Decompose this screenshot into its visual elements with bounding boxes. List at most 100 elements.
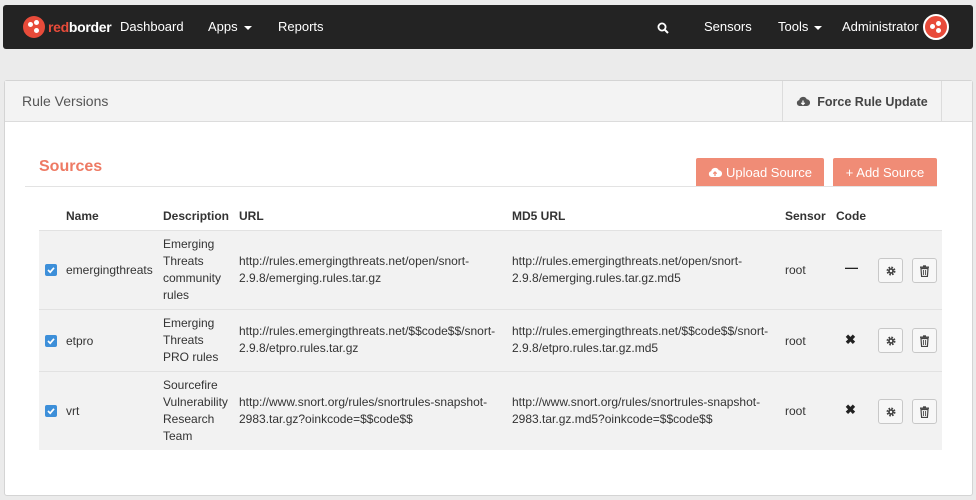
brand-name-white: border bbox=[68, 19, 112, 35]
table-row: etpro Emerging Threats PRO rules http://… bbox=[39, 309, 942, 371]
nav-tools-label: Tools bbox=[778, 19, 809, 34]
settings-button[interactable] bbox=[878, 258, 903, 283]
check-icon bbox=[47, 338, 55, 345]
description-line: PRO rules bbox=[163, 350, 219, 364]
column-header-sensor: Sensor bbox=[785, 209, 826, 223]
gear-icon bbox=[885, 406, 896, 417]
url-line: 2.9.8/emerging.rules.tar.gz bbox=[239, 271, 382, 285]
add-source-label: + Add Source bbox=[845, 165, 925, 180]
logo-icon bbox=[23, 16, 45, 38]
description-line: rules bbox=[163, 288, 190, 302]
column-header-url: URL bbox=[239, 209, 264, 223]
nav-tools-dropdown[interactable]: Tools bbox=[778, 5, 823, 49]
source-description: Sourcefire Vulnerability Research Team bbox=[163, 377, 228, 445]
source-name: emergingthreats bbox=[66, 263, 153, 277]
caret-down-icon bbox=[243, 25, 252, 30]
panel-header: Rule Versions Force Rule Update bbox=[5, 81, 972, 122]
force-rule-update-button[interactable]: Force Rule Update bbox=[782, 81, 942, 122]
description-line: Team bbox=[163, 429, 193, 443]
code-status-x-icon: ✖ bbox=[845, 402, 856, 417]
source-md5-url: http://www.snort.org/rules/snortrules-sn… bbox=[512, 394, 760, 428]
description-line: Threats bbox=[163, 254, 204, 268]
row-checkbox[interactable] bbox=[45, 264, 57, 276]
cloud-download-icon bbox=[797, 96, 811, 107]
cloud-upload-icon bbox=[708, 167, 722, 178]
add-source-button[interactable]: + Add Source bbox=[833, 158, 937, 187]
source-md5-url: http://rules.emergingthreats.net/open/sn… bbox=[512, 253, 742, 287]
url-line: 2983.tar.gz?oinkcode=$$code$$ bbox=[239, 412, 413, 426]
source-sensor: root bbox=[785, 334, 806, 348]
description-line: Sourcefire bbox=[163, 378, 218, 392]
description-line: Emerging bbox=[163, 316, 215, 330]
description-line: Research bbox=[163, 412, 215, 426]
table-row: emergingthreats Emerging Threats communi… bbox=[39, 230, 942, 309]
delete-button[interactable] bbox=[912, 328, 937, 353]
divider bbox=[25, 186, 937, 187]
md5-url-line: 2983.tar.gz.md5?oinkcode=$$code$$ bbox=[512, 412, 713, 426]
source-url: http://www.snort.org/rules/snortrules-sn… bbox=[239, 394, 487, 428]
source-name: etpro bbox=[66, 334, 94, 348]
rule-versions-panel: Rule Versions Force Rule Update Sources … bbox=[4, 80, 973, 496]
panel-title: Rule Versions bbox=[22, 93, 109, 109]
source-name: vrt bbox=[66, 404, 80, 418]
upload-source-button[interactable]: Upload Source bbox=[696, 158, 824, 187]
nav-reports[interactable]: Reports bbox=[278, 5, 324, 49]
gear-icon bbox=[885, 335, 896, 346]
trash-icon bbox=[920, 405, 929, 418]
description-line: Threats bbox=[163, 333, 204, 347]
check-icon bbox=[47, 267, 55, 274]
url-line: http://www.snort.org/rules/snortrules-sn… bbox=[239, 395, 488, 409]
brand-name-red: red bbox=[48, 19, 69, 35]
source-sensor: root bbox=[785, 404, 806, 418]
url-line: http://rules.emergingthreats.net/open/sn… bbox=[239, 254, 470, 268]
nav-search[interactable] bbox=[657, 5, 669, 49]
source-description: Emerging Threats PRO rules bbox=[163, 315, 218, 366]
check-icon bbox=[47, 408, 55, 415]
column-header-md5-url: MD5 URL bbox=[512, 209, 566, 223]
trash-icon bbox=[920, 264, 929, 277]
code-status-x-icon: ✖ bbox=[845, 332, 856, 347]
nav-apps-label: Apps bbox=[208, 19, 238, 34]
description-line: Vulnerability bbox=[163, 395, 228, 409]
md5-url-line: 2.9.8/etpro.rules.tar.gz.md5 bbox=[512, 341, 659, 355]
source-url: http://rules.emergingthreats.net/$$code$… bbox=[239, 323, 495, 357]
brand-name: redborder bbox=[48, 19, 112, 35]
search-icon bbox=[657, 22, 669, 34]
avatar-icon[interactable] bbox=[923, 14, 949, 40]
url-line: http://rules.emergingthreats.net/$$code$… bbox=[239, 324, 496, 338]
settings-button[interactable] bbox=[878, 399, 903, 424]
brand-logo[interactable]: redborder bbox=[23, 16, 112, 38]
nav-apps-dropdown[interactable]: Apps bbox=[208, 5, 252, 49]
column-header-name: Name bbox=[66, 209, 99, 223]
md5-url-line: http://www.snort.org/rules/snortrules-sn… bbox=[512, 395, 761, 409]
upload-source-label: Upload Source bbox=[726, 165, 812, 180]
url-line: 2.9.8/etpro.rules.tar.gz bbox=[239, 341, 359, 355]
delete-button[interactable] bbox=[912, 258, 937, 283]
description-line: Emerging bbox=[163, 237, 215, 251]
table-row: vrt Sourcefire Vulnerability Research Te… bbox=[39, 371, 942, 450]
md5-url-line: http://rules.emergingthreats.net/$$code$… bbox=[512, 324, 769, 338]
column-header-description: Description bbox=[163, 209, 230, 223]
nav-user-menu[interactable]: Administrator bbox=[842, 5, 919, 49]
force-rule-update-label: Force Rule Update bbox=[817, 94, 928, 109]
column-header-code: Code bbox=[836, 209, 866, 223]
row-checkbox[interactable] bbox=[45, 335, 57, 347]
row-checkbox[interactable] bbox=[45, 405, 57, 417]
code-status-minus-icon: — bbox=[845, 260, 858, 275]
delete-button[interactable] bbox=[912, 399, 937, 424]
md5-url-line: http://rules.emergingthreats.net/open/sn… bbox=[512, 254, 743, 268]
source-description: Emerging Threats community rules bbox=[163, 236, 221, 304]
caret-down-icon bbox=[814, 25, 823, 30]
gear-icon bbox=[885, 265, 896, 276]
nav-dashboard[interactable]: Dashboard bbox=[120, 5, 184, 49]
source-sensor: root bbox=[785, 263, 806, 277]
source-url: http://rules.emergingthreats.net/open/sn… bbox=[239, 253, 469, 287]
source-md5-url: http://rules.emergingthreats.net/$$code$… bbox=[512, 323, 768, 357]
settings-button[interactable] bbox=[878, 328, 903, 353]
nav-sensors[interactable]: Sensors bbox=[704, 5, 752, 49]
description-line: community bbox=[163, 271, 222, 285]
trash-icon bbox=[920, 334, 929, 347]
md5-url-line: 2.9.8/emerging.rules.tar.gz.md5 bbox=[512, 271, 681, 285]
top-navbar: redborder Dashboard Apps Reports Sensors… bbox=[3, 5, 973, 49]
sources-heading: Sources bbox=[39, 158, 103, 175]
